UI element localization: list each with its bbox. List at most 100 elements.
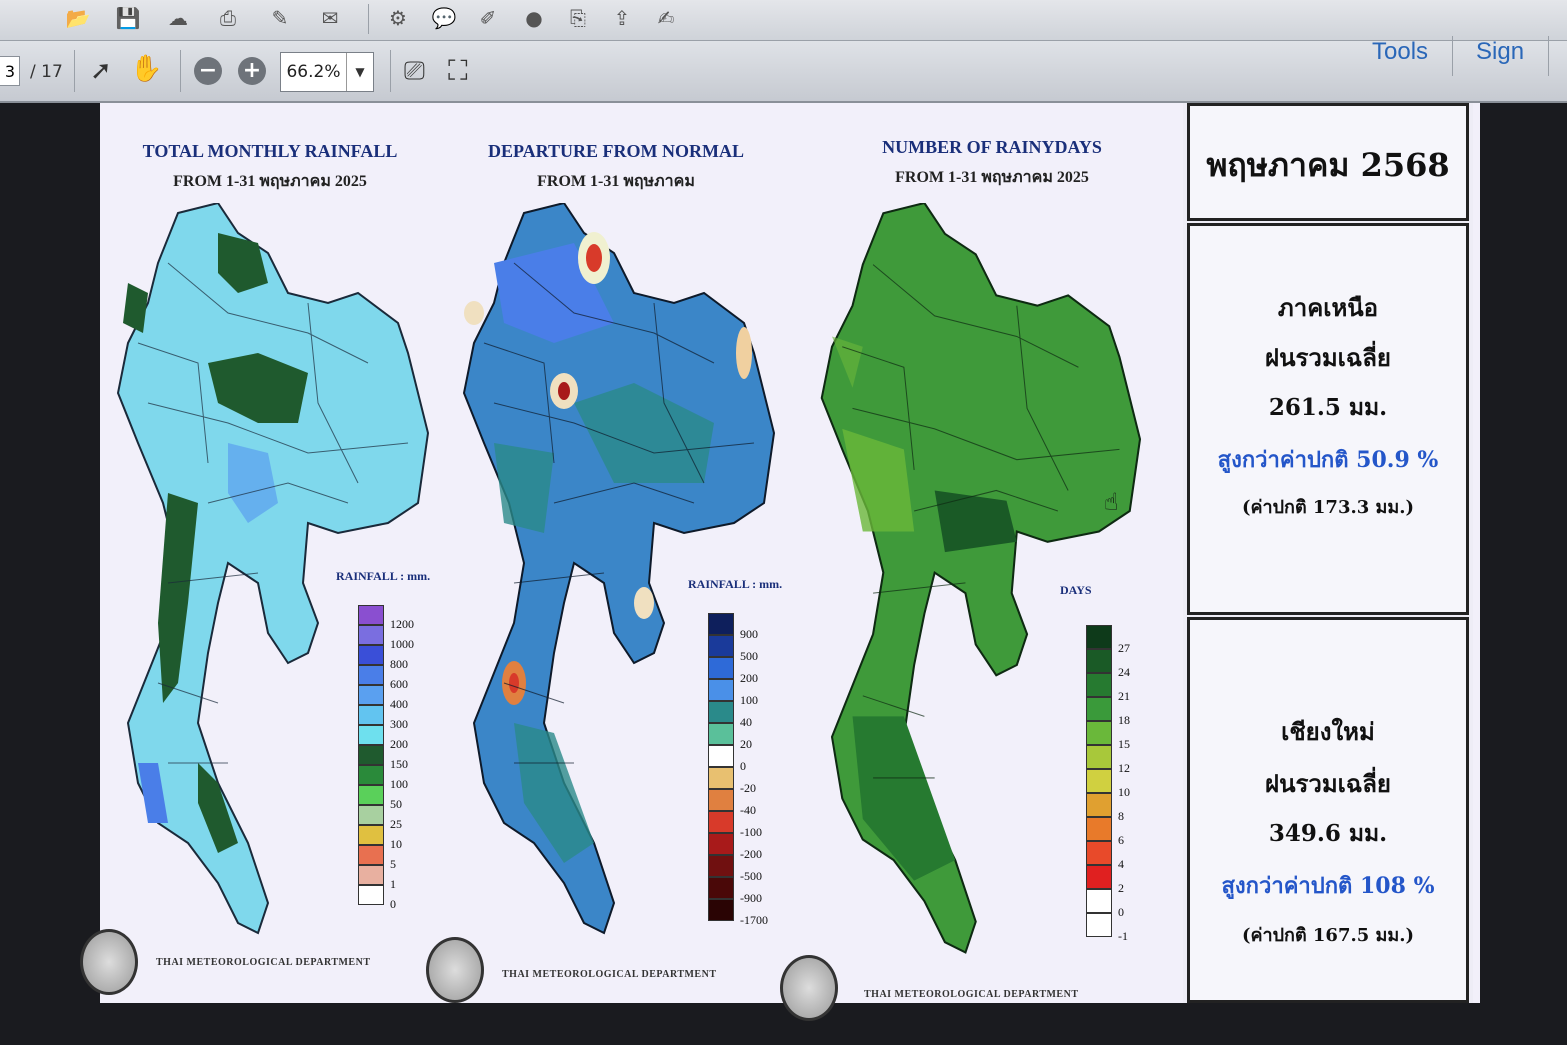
highlight-icon[interactable]: ✐ (474, 4, 502, 32)
legend-label: 100 (390, 777, 408, 791)
legend-swatch (358, 845, 384, 865)
tmd-seal-logo (426, 937, 484, 1003)
legend-swatch (708, 767, 734, 789)
legend-swatch (708, 657, 734, 679)
province-name: เชียงใหม่ (1281, 717, 1375, 746)
fit-page-icon[interactable]: ⛶ (448, 54, 468, 88)
legend-label: 8 (1118, 809, 1124, 823)
legend-label: 21 (1118, 689, 1130, 703)
zoom-in-button[interactable]: + (238, 57, 266, 85)
tools-link[interactable]: Tools (1372, 38, 1428, 66)
legend-swatch (708, 877, 734, 899)
province-compare: สูงกว่าค่าปกติ 108 % (1221, 873, 1435, 899)
sign-link[interactable]: Sign (1476, 38, 1524, 66)
legend-label: -500 (740, 869, 762, 883)
legend-swatch (1086, 889, 1112, 913)
map3-subtitle: FROM 1-31 พฤษภาคม 2025 (895, 169, 1089, 186)
gear-icon[interactable]: ⚙ (384, 4, 412, 32)
toolbar-divider (368, 4, 369, 34)
share-icon[interactable]: ⇪ (608, 4, 636, 32)
legend-label: 10 (390, 837, 402, 851)
legend-swatch (708, 745, 734, 767)
province-value: 349.6 มม. (1268, 820, 1388, 847)
legend-label: 0 (390, 897, 396, 911)
chevron-down-icon[interactable]: ▼ (346, 53, 373, 91)
hand-cursor-icon: ☝ (1104, 488, 1119, 516)
attach-icon[interactable]: ⎘ (564, 4, 592, 32)
legend-label: 900 (740, 627, 758, 641)
legend-label: 300 (390, 717, 408, 731)
save-icon[interactable]: 💾 (114, 4, 142, 32)
open-folder-icon[interactable]: 📂 (64, 4, 92, 32)
region-name: ภาคเหนือ (1277, 293, 1379, 322)
legend-swatch (358, 705, 384, 725)
sign-doc-icon[interactable]: ✍ (652, 4, 680, 32)
legend-swatch (1086, 745, 1112, 769)
legend-label: 200 (740, 671, 758, 685)
month-box: พฤษภาคม 2568 (1187, 103, 1469, 221)
hand-tool-icon[interactable]: ✋ (130, 54, 162, 84)
legend-swatch (708, 723, 734, 745)
toolbar-divider (180, 50, 181, 92)
map1-dept-label: THAI METEOROLOGICAL DEPARTMENT (156, 957, 371, 968)
legend-label: 0 (740, 759, 746, 773)
legend-label: -900 (740, 891, 762, 905)
edit-icon[interactable]: ✎ (266, 4, 294, 32)
map3-thailand-rainydays (820, 203, 1142, 954)
map2-legend-title: RAINFALL : mm. (688, 577, 783, 591)
zoom-select[interactable]: 66.2% ▼ (280, 52, 374, 92)
zoom-out-button[interactable]: − (194, 57, 222, 85)
legend-swatch (708, 701, 734, 723)
month-title: พฤษภาคม 2568 (1206, 146, 1450, 184)
region-avg-label: ฝนรวมเฉลี่ย (1265, 343, 1391, 372)
toolbar-divider (1548, 36, 1549, 76)
legend-swatch (1086, 673, 1112, 697)
legend-swatch (358, 685, 384, 705)
navigation-toolbar (0, 41, 1567, 103)
legend-label: 1 (390, 877, 396, 891)
select-arrow-icon[interactable]: ➚ (90, 56, 112, 86)
province-normal: (ค่าปกติ 167.5 มม.) (1241, 925, 1415, 946)
cloud-upload-icon[interactable]: ☁ (164, 4, 192, 32)
email-icon[interactable]: ✉ (316, 4, 344, 32)
toolbar-divider (74, 50, 75, 92)
legend-label: 2 (1118, 881, 1124, 895)
legend-swatch (1086, 817, 1112, 841)
legend-label: 12 (1118, 761, 1130, 775)
legend-label: -200 (740, 847, 762, 861)
fit-width-icon[interactable]: ⎚ (404, 56, 425, 87)
print-icon[interactable]: ⎙ (214, 4, 242, 32)
legend-label: 15 (1118, 737, 1130, 751)
page-total-label: / 17 (30, 62, 63, 82)
legend-label: 500 (740, 649, 758, 663)
map3-title: NUMBER OF RAINYDAYS (882, 137, 1102, 157)
legend-label: 25 (390, 817, 402, 831)
legend-swatch (708, 613, 734, 635)
legend-swatch (1086, 721, 1112, 745)
legend-label: 40 (740, 715, 752, 729)
legend-label: 150 (390, 757, 408, 771)
province-avg-label: ฝนรวมเฉลี่ย (1265, 769, 1391, 798)
legend-swatch (1086, 793, 1112, 817)
legend-swatch (1086, 625, 1112, 649)
tmd-seal-logo (780, 955, 838, 1021)
legend-label: 18 (1118, 713, 1130, 727)
legend-swatch (358, 605, 384, 625)
region-normal: (ค่าปกติ 173.3 มม.) (1241, 497, 1415, 518)
legend-swatch (708, 811, 734, 833)
legend-swatch (358, 805, 384, 825)
legend-label: 24 (1118, 665, 1130, 679)
page-number-input[interactable]: 3 (0, 56, 20, 86)
legend-swatch (358, 885, 384, 905)
legend-swatch (358, 825, 384, 845)
legend-label: 6 (1118, 833, 1124, 847)
legend-swatch (358, 725, 384, 745)
legend-label: -1700 (740, 913, 768, 927)
legend-swatch (358, 645, 384, 665)
comment-icon[interactable]: 💬 (430, 4, 458, 32)
map2-dept-label: THAI METEOROLOGICAL DEPARTMENT (502, 969, 717, 980)
map3-dept-label: THAI METEOROLOGICAL DEPARTMENT (864, 989, 1079, 1000)
stamp-icon[interactable]: ● (520, 4, 548, 32)
legend-swatch (358, 765, 384, 785)
legend-label: 50 (390, 797, 402, 811)
